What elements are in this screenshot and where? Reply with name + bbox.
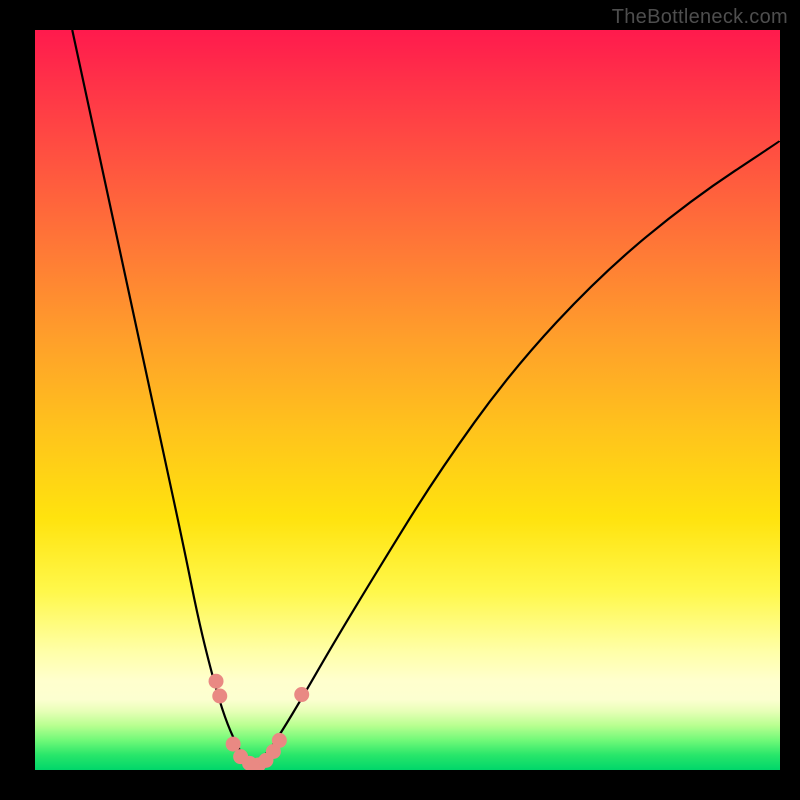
plot-area [35,30,780,770]
left-curve [72,30,251,766]
data-marker [272,733,287,748]
marker-group [209,674,310,770]
watermark-text: TheBottleneck.com [612,6,788,29]
data-marker [294,687,309,702]
chart-frame: TheBottleneck.com [0,0,800,800]
data-marker [209,674,224,689]
data-marker [226,737,241,752]
curve-layer [35,30,780,770]
data-marker [212,689,227,704]
right-curve [251,141,780,766]
